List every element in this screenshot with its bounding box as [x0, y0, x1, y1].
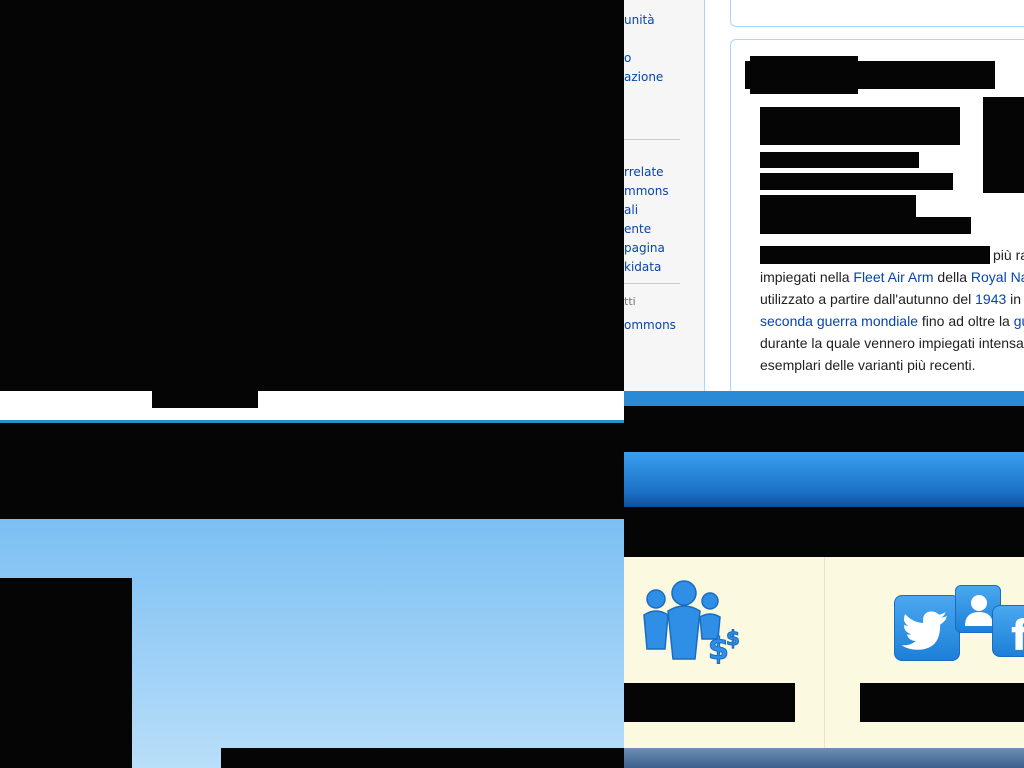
sidebar-divider — [624, 139, 680, 140]
article-text-line1-tail: più ra — [993, 247, 1024, 263]
redacted-text — [760, 152, 919, 168]
redacted-label — [624, 683, 795, 722]
sidebar-link-link-permanente[interactable]: ente — [624, 222, 651, 236]
site-header-blue — [624, 391, 1024, 557]
article-text: fino ad oltre la — [918, 313, 1014, 329]
article-text: impiegati nella — [760, 269, 854, 285]
facebook-icon[interactable]: f — [992, 605, 1024, 660]
header-top-strip — [624, 391, 1024, 406]
redacted-image — [983, 97, 1024, 193]
redacted-text — [760, 173, 953, 190]
redacted-text — [760, 246, 990, 264]
sidebar-link-commons[interactable]: mmons — [624, 184, 669, 198]
header-accent-line — [0, 420, 624, 423]
svg-text:f: f — [1011, 611, 1024, 658]
redacted-logo — [152, 391, 258, 408]
sidebar-link-contatti[interactable]: o — [624, 51, 631, 65]
article-text-line4: seconda guerra mondiale fino ad oltre la… — [760, 310, 1024, 332]
column-divider — [824, 557, 825, 748]
redacted-text — [760, 217, 971, 234]
link-fleet-air-arm[interactable]: Fleet Air Arm — [853, 269, 933, 285]
article-text-line5: durante la quale vennero impiegati inten… — [760, 335, 1024, 351]
article-text-line2: impiegati nella Fleet Air Arm della Roya… — [760, 266, 1024, 288]
twitter-icon[interactable] — [894, 595, 960, 661]
link-royal-navy[interactable]: Royal Na — [971, 269, 1024, 285]
redacted-block — [0, 578, 132, 768]
header-bar — [0, 391, 624, 420]
sidebar-divider — [624, 283, 680, 284]
article-text: della — [933, 269, 971, 285]
sidebar-link-comunita[interactable]: unità — [624, 13, 655, 27]
link-seconda-guerra-mondiale[interactable]: seconda guerra mondiale — [760, 313, 918, 329]
wikipedia-window: unità o azione rrelate mmons ali ente pa… — [624, 0, 1024, 391]
nav-bar — [624, 452, 1024, 507]
link-guerra[interactable]: gu — [1014, 313, 1024, 329]
redacted-panel-top-left — [0, 0, 624, 391]
article-text-line3: utilizzato a partire dall'autunno del 19… — [760, 288, 1021, 310]
social-features-panel: $ $ f — [624, 557, 1024, 768]
redacted-text — [760, 107, 960, 145]
sidebar-link-donazione[interactable]: azione — [624, 70, 663, 84]
article-text: utilizzato a partire dall'autunno del — [760, 291, 976, 307]
footer-bar — [624, 748, 1024, 768]
sidebar-link-wikidata[interactable]: kidata — [624, 260, 661, 274]
sidebar-section-label: tti — [624, 295, 636, 308]
redacted-box-title — [750, 56, 858, 94]
group-money-icon: $ $ — [643, 580, 740, 668]
redacted-label — [860, 683, 1024, 722]
redacted-panel-mid-left — [0, 391, 624, 519]
article-text: in — [1006, 291, 1022, 307]
sky-hero-image — [0, 519, 624, 768]
link-1943[interactable]: 1943 — [975, 291, 1006, 307]
top-box — [730, 0, 1024, 27]
redacted-caption — [221, 748, 624, 768]
sidebar-link-informazioni-pagina[interactable]: pagina — [624, 241, 665, 255]
sidebar-link-pagine-speciali[interactable]: ali — [624, 203, 638, 217]
article-text-line6: esemplari delle varianti più recenti. — [760, 357, 976, 373]
sidebar-link-modifiche-correlate[interactable]: rrelate — [624, 165, 664, 179]
sidebar-link-commons-bottom[interactable]: ommons — [624, 318, 676, 332]
svg-text:$: $ — [726, 626, 740, 650]
